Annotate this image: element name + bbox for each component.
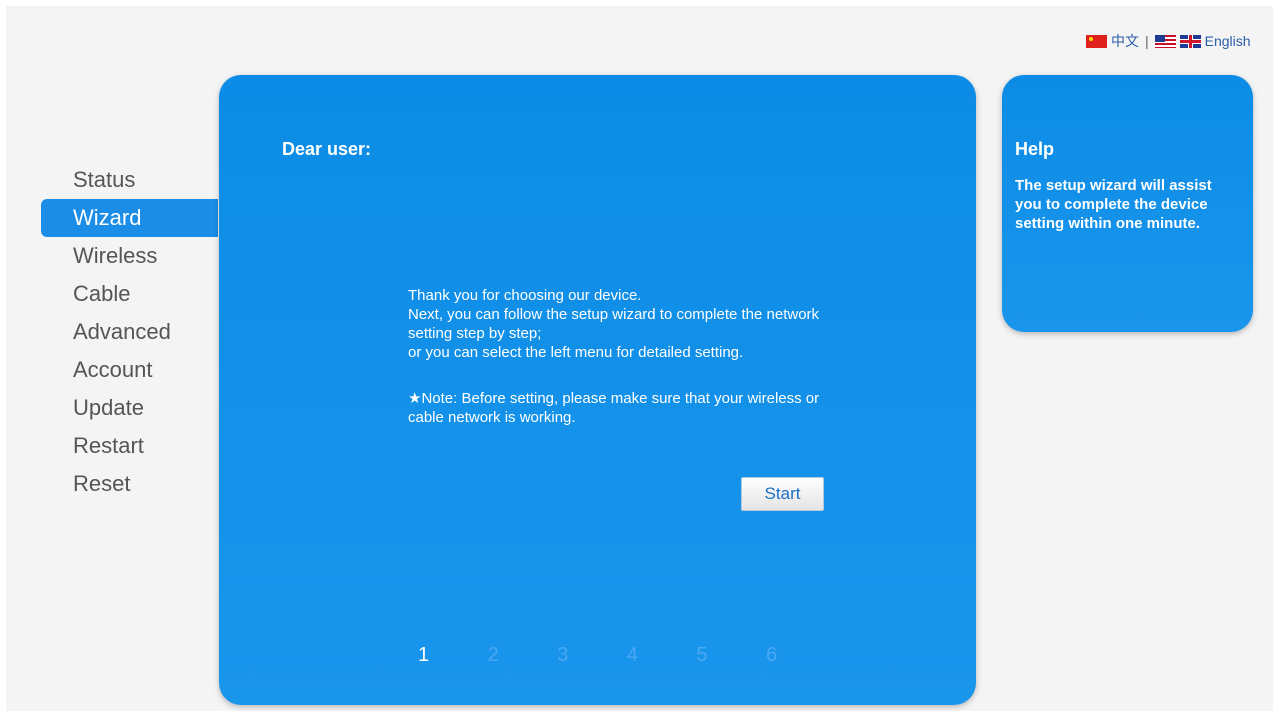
language-separator: |	[1145, 33, 1149, 49]
china-flag-icon[interactable]	[1086, 34, 1107, 48]
step-indicator: 1 2 3 4 5 6	[418, 644, 836, 667]
intro-text: Thank you for choosing our device. Next,…	[408, 286, 828, 362]
sidebar-menu: Status Wizard Wireless Cable Advanced Ac…	[41, 161, 218, 503]
sidebar-item-wizard[interactable]: Wizard	[41, 199, 218, 237]
intro-line: or you can select the left menu for deta…	[408, 344, 744, 361]
sidebar-item-wireless[interactable]: Wireless	[41, 237, 218, 275]
help-title: Help	[1015, 139, 1055, 159]
us-flag-icon[interactable]	[1154, 34, 1176, 48]
sidebar-item-status[interactable]: Status	[41, 161, 218, 199]
step-2: 2	[487, 644, 499, 666]
sidebar-item-cable[interactable]: Cable	[41, 275, 218, 313]
step-4: 4	[626, 644, 638, 666]
intro-line: Thank you for choosing our device.	[408, 287, 642, 304]
step-6: 6	[765, 644, 778, 666]
sidebar-item-update[interactable]: Update	[41, 389, 218, 427]
sidebar-item-account[interactable]: Account	[41, 351, 218, 389]
help-text: The setup wizard will assist you to comp…	[1015, 177, 1212, 232]
sidebar-item-advanced[interactable]: Advanced	[41, 313, 218, 351]
uk-flag-icon[interactable]	[1179, 34, 1201, 48]
note-text: ★Note: Before setting, please make sure …	[408, 390, 820, 426]
help-panel: Help The setup wizard will assist you to…	[1002, 75, 1253, 332]
start-button[interactable]: Start	[741, 477, 824, 511]
step-1: 1	[418, 644, 430, 666]
language-bar: 中文 | English	[1086, 31, 1251, 51]
sidebar-item-restart[interactable]: Restart	[41, 427, 218, 465]
greeting-heading: Dear user:	[282, 139, 372, 159]
step-3: 3	[557, 644, 569, 666]
step-5: 5	[696, 644, 708, 666]
wizard-panel: Dear user: Thank you for choosing our de…	[219, 75, 976, 705]
intro-line: Next, you can follow the setup wizard to…	[408, 306, 820, 342]
sidebar-item-reset[interactable]: Reset	[41, 465, 218, 503]
chinese-language-link[interactable]: 中文	[1111, 31, 1139, 51]
english-language-link[interactable]: English	[1205, 33, 1251, 49]
